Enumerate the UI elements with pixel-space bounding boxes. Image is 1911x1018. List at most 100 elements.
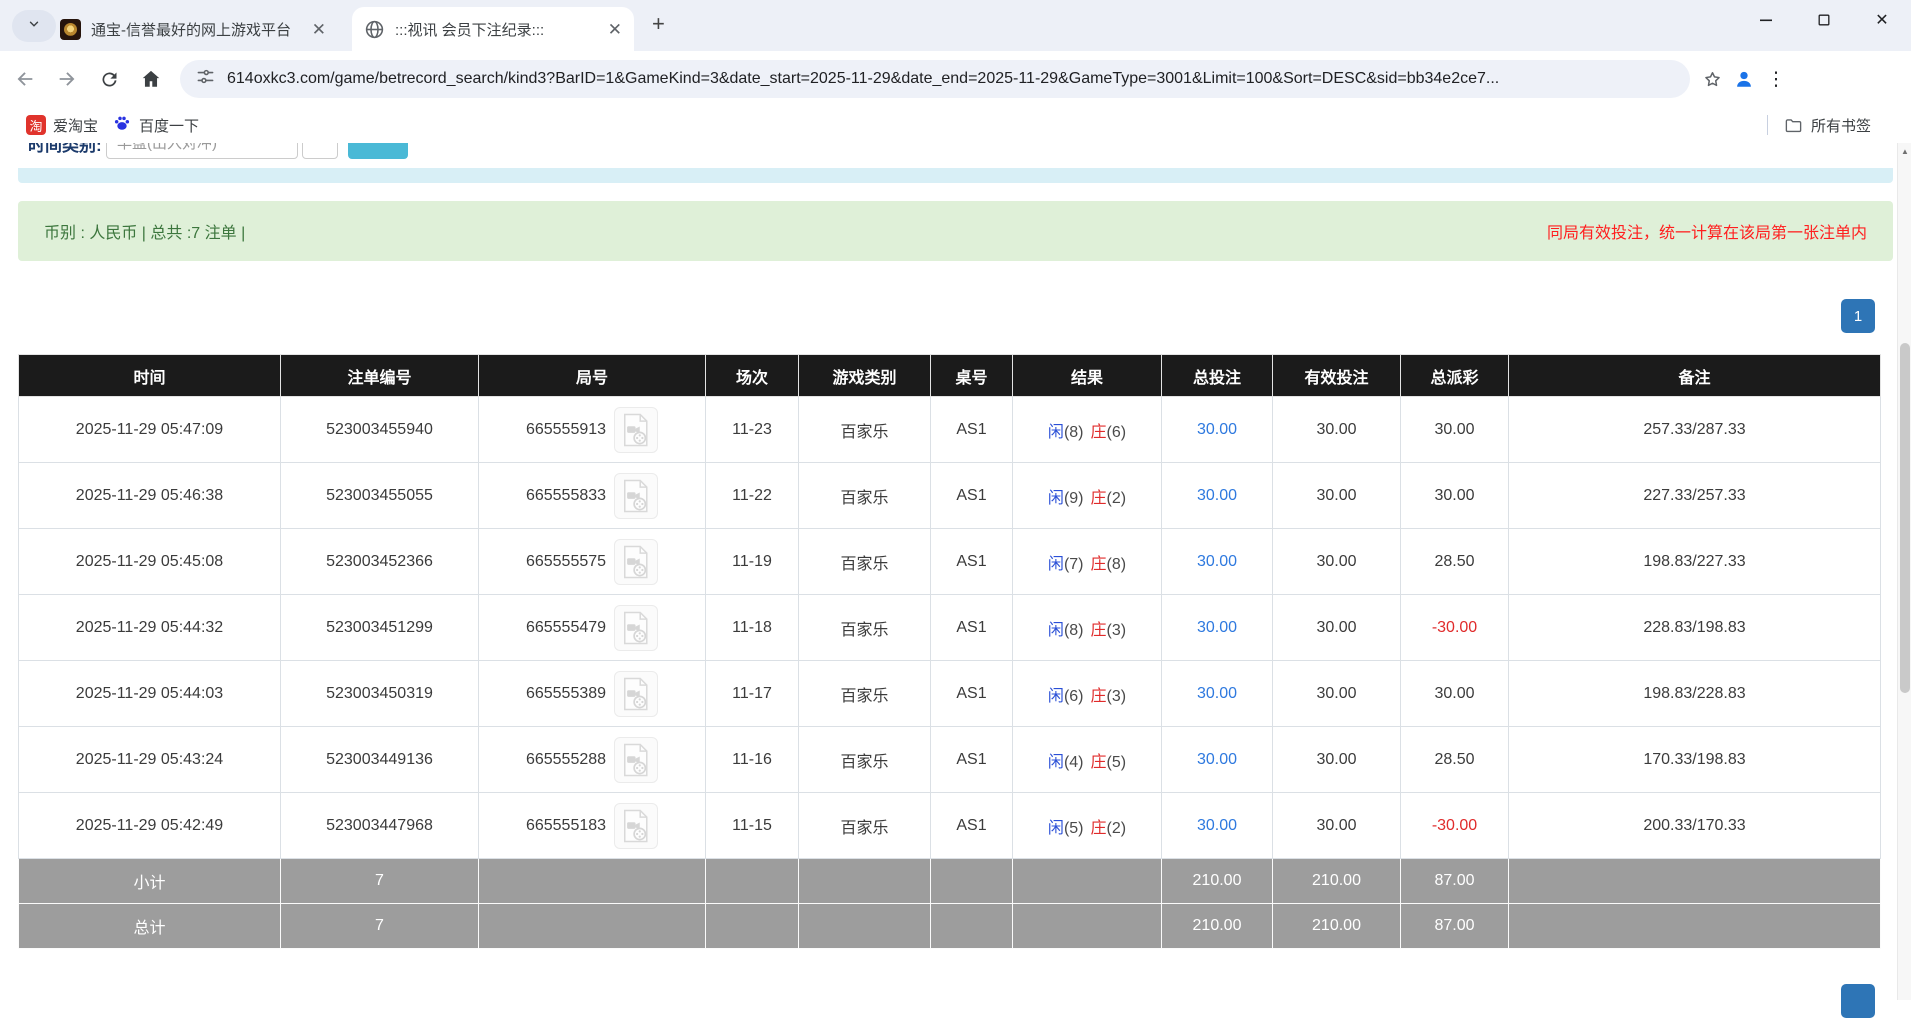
player-result: 闲 [1048, 688, 1064, 705]
summary-bar: 币别 : 人民币 | 总共 :7 注单 | 同局有效投注，统一计算在该局第一张注… [18, 201, 1893, 261]
subtotal-valid-bet: 210.00 [1273, 859, 1401, 904]
scrollbar[interactable]: ▲ [1897, 143, 1911, 1000]
table-row: 2025-11-29 05:46:38 523003455055 6655558… [19, 463, 1881, 529]
site-settings-icon[interactable] [196, 67, 215, 91]
profile-avatar-icon[interactable] [1728, 63, 1760, 95]
bookmark-baidu[interactable]: 百度一下 [112, 113, 199, 138]
cell-time: 2025-11-29 05:46:38 [19, 463, 281, 529]
cell-remark: 257.33/287.33 [1509, 397, 1881, 463]
table-body: 2025-11-29 05:47:09 523003455940 6655559… [19, 397, 1881, 859]
filter-panel-edge [18, 168, 1893, 183]
window-controls: ✕ [1737, 0, 1911, 40]
table-row: 2025-11-29 05:43:24 523003449136 6655552… [19, 727, 1881, 793]
video-file-icon [621, 611, 651, 645]
search-button[interactable] [348, 143, 408, 159]
video-file-icon [621, 743, 651, 777]
video-replay-button[interactable] [614, 671, 658, 717]
video-replay-button[interactable] [614, 407, 658, 453]
table-row: 2025-11-29 05:44:03 523003450319 6655553… [19, 661, 1881, 727]
cell-game-type: 百家乐 [799, 727, 931, 793]
pagination-top: 1 [0, 261, 1911, 354]
banker-result: 庄 [1091, 688, 1107, 705]
close-tab-icon[interactable]: ✕ [312, 21, 326, 38]
tab-title: :::视讯 会员下注纪录::: [395, 19, 600, 40]
cell-session: 11-22 [706, 463, 799, 529]
total-bet-link[interactable]: 30.00 [1197, 487, 1237, 504]
round-id: 665555575 [526, 553, 606, 571]
video-replay-button[interactable] [614, 803, 658, 849]
cell-table-no: AS1 [931, 529, 1013, 595]
close-tab-icon[interactable]: ✕ [608, 21, 622, 38]
total-bet-link[interactable]: 30.00 [1197, 619, 1237, 636]
col-total-bet: 总投注 [1162, 355, 1273, 397]
cell-valid-bet: 30.00 [1273, 661, 1401, 727]
cell-table-no: AS1 [931, 595, 1013, 661]
url-text[interactable]: 614oxkc3.com/game/betrecord_search/kind3… [227, 70, 1674, 88]
scrollbar-thumb[interactable] [1900, 343, 1910, 693]
cell-time: 2025-11-29 05:42:49 [19, 793, 281, 859]
subtotal-total-bet: 210.00 [1162, 859, 1273, 904]
cell-payout: 28.50 [1401, 727, 1509, 793]
back-button[interactable] [8, 62, 42, 96]
video-replay-button[interactable] [614, 473, 658, 519]
tab-casino-site[interactable]: 通宝-信誉最好的网上游戏平台 ✕ [48, 7, 338, 51]
filter-dropdown[interactable] [302, 143, 338, 159]
total-bet-link[interactable]: 30.00 [1197, 817, 1237, 834]
cell-remark: 200.33/170.33 [1509, 793, 1881, 859]
bookmark-star-icon[interactable] [1696, 63, 1728, 95]
cell-remark: 170.33/198.83 [1509, 727, 1881, 793]
total-bet-link[interactable]: 30.00 [1197, 421, 1237, 438]
player-result: 闲 [1048, 556, 1064, 573]
cell-payout: 30.00 [1401, 463, 1509, 529]
video-replay-button[interactable] [614, 539, 658, 585]
maximize-button[interactable] [1795, 0, 1853, 40]
bookmarks-bar: 淘 爱淘宝 百度一下 所有书签 [0, 107, 1911, 143]
forward-button[interactable] [50, 62, 84, 96]
table-footer: 小计 7 210.00 210.00 87.00 总计 7 210.00 210… [19, 859, 1881, 949]
col-valid-bet: 有效投注 [1273, 355, 1401, 397]
cell-total-bet: 30.00 [1162, 397, 1273, 463]
cell-round: 665555288 [479, 727, 706, 793]
bookmark-taobao[interactable]: 淘 爱淘宝 [26, 115, 98, 136]
page-1-button[interactable]: 1 [1841, 299, 1875, 333]
cell-valid-bet: 30.00 [1273, 463, 1401, 529]
cell-round: 665555575 [479, 529, 706, 595]
cell-valid-bet: 30.00 [1273, 793, 1401, 859]
cell-total-bet: 30.00 [1162, 463, 1273, 529]
chrome-menu-icon[interactable]: ⋮ [1760, 63, 1792, 95]
round-id: 665555389 [526, 685, 606, 703]
banker-result: 庄 [1091, 754, 1107, 771]
time-category-input[interactable] [106, 143, 298, 159]
video-file-icon [621, 809, 651, 843]
total-bet-link[interactable]: 30.00 [1197, 553, 1237, 570]
tab-bet-records[interactable]: :::视讯 会员下注纪录::: ✕ [352, 7, 634, 51]
casino-logo-icon [60, 19, 81, 40]
video-replay-button[interactable] [614, 605, 658, 651]
cell-payout: 28.50 [1401, 529, 1509, 595]
home-button[interactable] [134, 62, 168, 96]
address-bar[interactable]: 614oxkc3.com/game/betrecord_search/kind3… [180, 60, 1690, 98]
minimize-button[interactable] [1737, 0, 1795, 40]
cell-bet-id: 523003451299 [281, 595, 479, 661]
round-id: 665555183 [526, 817, 606, 835]
all-bookmarks-button[interactable]: 所有书签 [1784, 115, 1871, 136]
close-window-button[interactable]: ✕ [1853, 0, 1911, 40]
scroll-up-arrow-icon[interactable]: ▲ [1898, 147, 1911, 156]
player-result: 闲 [1048, 424, 1064, 441]
video-replay-button[interactable] [614, 737, 658, 783]
cell-total-bet: 30.00 [1162, 793, 1273, 859]
round-id: 665555833 [526, 487, 606, 505]
total-bet-link[interactable]: 30.00 [1197, 751, 1237, 768]
col-round: 局号 [479, 355, 706, 397]
page-1-button-bottom[interactable] [1841, 984, 1875, 1018]
new-tab-button[interactable]: + [652, 13, 665, 35]
round-id: 665555479 [526, 619, 606, 637]
total-bet-link[interactable]: 30.00 [1197, 685, 1237, 702]
reload-button[interactable] [92, 62, 126, 96]
bookmarks-right: 所有书签 [1767, 115, 1899, 136]
col-bet-id: 注单编号 [281, 355, 479, 397]
video-file-icon [621, 479, 651, 513]
col-table-no: 桌号 [931, 355, 1013, 397]
cell-payout: 30.00 [1401, 397, 1509, 463]
cell-valid-bet: 30.00 [1273, 727, 1401, 793]
